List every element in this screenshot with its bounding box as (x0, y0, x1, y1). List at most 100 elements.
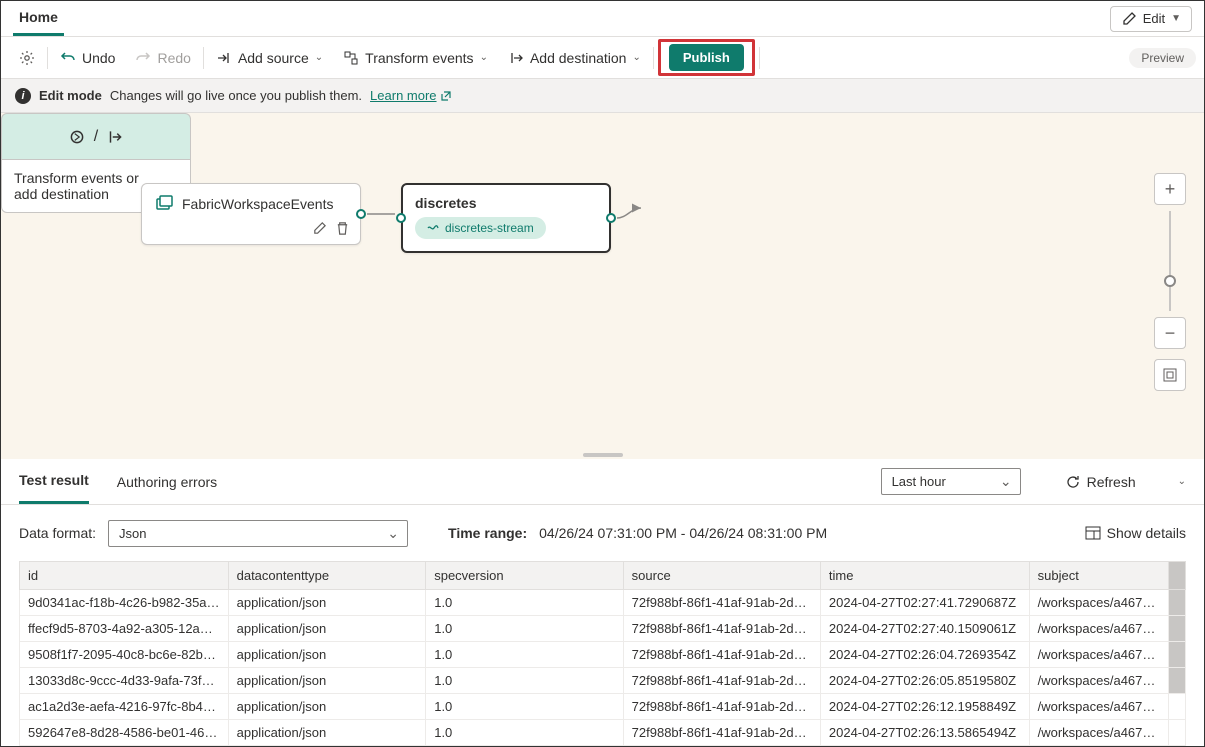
time-range-label: Time range: (448, 525, 527, 541)
cell: 1.0 (426, 668, 623, 694)
publish-button[interactable]: Publish (669, 44, 744, 71)
trash-icon[interactable] (335, 221, 350, 236)
settings-button[interactable] (9, 37, 45, 78)
publish-highlight: Publish (658, 39, 755, 76)
undo-button[interactable]: Undo (50, 37, 125, 78)
chevron-down-icon: ⌄ (632, 52, 640, 63)
external-link-icon (440, 90, 452, 102)
zoom-out-button[interactable]: − (1154, 317, 1186, 349)
format-row: Data format: Json Time range: 04/26/24 0… (1, 505, 1204, 561)
table-row[interactable]: 13033d8c-9ccc-4d33-9afa-73f5c95applicati… (20, 668, 1186, 694)
source-node-title: FabricWorkspaceEvents (182, 196, 333, 212)
fit-icon (1162, 367, 1178, 383)
column-header[interactable]: datacontenttype (228, 562, 426, 590)
learn-more-link[interactable]: Learn more (370, 88, 451, 103)
refresh-button[interactable]: Refresh (1065, 474, 1136, 490)
edit-mode-banner: i Edit mode Changes will go live once yo… (1, 79, 1204, 113)
cell: 72f988bf-86f1-41af-91ab-2d7cd01 (623, 590, 820, 616)
column-header[interactable]: source (623, 562, 820, 590)
pipeline-canvas[interactable]: FabricWorkspaceEvents discretes discrete… (1, 113, 1204, 459)
add-destination-button[interactable]: Add destination ⌄ (498, 37, 651, 78)
redo-icon (135, 50, 151, 66)
pencil-icon (1121, 11, 1137, 27)
cell: 1.0 (426, 720, 623, 746)
cell: application/json (228, 668, 426, 694)
gear-icon (19, 50, 35, 66)
zoom-thumb[interactable] (1164, 275, 1176, 287)
input-port[interactable] (396, 213, 406, 223)
table-row[interactable]: ffecf9d5-8703-4a92-a305-12a423bapplicati… (20, 616, 1186, 642)
table-row[interactable]: 9d0341ac-f18b-4c26-b982-35a1d1fapplicati… (20, 590, 1186, 616)
tab-test-result[interactable]: Test result (19, 459, 89, 504)
cell: application/json (228, 694, 426, 720)
edit-label: Edit (1143, 11, 1165, 26)
chevron-down-icon: ⌄ (315, 52, 323, 63)
cell: 1.0 (426, 590, 623, 616)
chevron-down-icon: ⌄ (480, 52, 488, 63)
redo-button: Redo (125, 37, 200, 78)
cell: application/json (228, 642, 426, 668)
table-row[interactable]: ac1a2d3e-aefa-4216-97fc-8b43d70applicati… (20, 694, 1186, 720)
data-format-label: Data format: (19, 525, 96, 541)
resize-handle[interactable] (583, 453, 623, 457)
transform-label: Transform events (365, 50, 473, 66)
cell: application/json (228, 590, 426, 616)
details-icon (1085, 526, 1101, 540)
cell: /workspaces/a467253e- (1029, 616, 1168, 642)
time-range-select[interactable]: Last hour (881, 468, 1021, 495)
cell: 592647e8-8d28-4586-be01-46df52 (20, 720, 229, 746)
pencil-icon[interactable] (312, 221, 327, 236)
redo-label: Redo (157, 50, 190, 66)
transform-icon (68, 128, 86, 146)
add-destination-label: Add destination (530, 50, 627, 66)
tab-home[interactable]: Home (13, 1, 64, 36)
zoom-slider[interactable] (1169, 211, 1171, 311)
zoom-in-button[interactable]: + (1154, 173, 1186, 205)
tab-authoring-errors[interactable]: Authoring errors (117, 459, 217, 504)
table-row[interactable]: 592647e8-8d28-4586-be01-46df52applicatio… (20, 720, 1186, 746)
zoom-fit-button[interactable] (1154, 359, 1186, 391)
cell: /workspaces/a467253e- (1029, 642, 1168, 668)
cell: 2024-04-27T02:27:40.1509061Z (820, 616, 1029, 642)
scrollbar[interactable] (1169, 562, 1186, 590)
cell: ffecf9d5-8703-4a92-a305-12a423b (20, 616, 229, 642)
undo-label: Undo (82, 50, 115, 66)
banner-title: Edit mode (39, 88, 102, 103)
cell: 9508f1f7-2095-40c8-bc6e-82bc942 (20, 642, 229, 668)
stream-icon (427, 222, 439, 234)
destination-label: Transform events or add destination (14, 170, 154, 202)
column-header[interactable]: time (820, 562, 1029, 590)
discretes-title: discretes (415, 195, 597, 211)
results-table: iddatacontenttypespecversionsourcetimesu… (1, 561, 1204, 746)
output-port[interactable] (356, 209, 366, 219)
column-header[interactable]: id (20, 562, 229, 590)
show-details-button[interactable]: Show details (1085, 525, 1186, 541)
cell: 1.0 (426, 642, 623, 668)
discretes-node[interactable]: discretes discretes-stream (401, 183, 611, 253)
source-node[interactable]: FabricWorkspaceEvents (141, 183, 361, 245)
table-row[interactable]: 9508f1f7-2095-40c8-bc6e-82bc942applicati… (20, 642, 1186, 668)
cell: /workspaces/a467253e- (1029, 720, 1168, 746)
undo-icon (60, 50, 76, 66)
chevron-down-icon[interactable]: ⌄ (1178, 476, 1186, 487)
add-source-button[interactable]: Add source ⌄ (206, 37, 333, 78)
edit-dropdown[interactable]: Edit ▼ (1110, 6, 1192, 32)
add-destination-icon (508, 50, 524, 66)
cell: /workspaces/a467253e- (1029, 590, 1168, 616)
transform-icon (343, 50, 359, 66)
cell: 72f988bf-86f1-41af-91ab-2d7cd01 (623, 720, 820, 746)
cell: 72f988bf-86f1-41af-91ab-2d7cd01 (623, 694, 820, 720)
transform-events-button[interactable]: Transform events ⌄ (333, 37, 498, 78)
cell: 2024-04-27T02:27:41.7290687Z (820, 590, 1029, 616)
column-header[interactable]: subject (1029, 562, 1168, 590)
cell: 1.0 (426, 616, 623, 642)
output-port[interactable] (606, 213, 616, 223)
preview-badge: Preview (1129, 48, 1196, 68)
time-range-value: 04/26/24 07:31:00 PM - 04/26/24 08:31:00… (539, 525, 827, 541)
data-format-select[interactable]: Json (108, 520, 408, 547)
cell: /workspaces/a467253e- (1029, 668, 1168, 694)
workspace-icon (154, 194, 174, 214)
cell: application/json (228, 616, 426, 642)
column-header[interactable]: specversion (426, 562, 623, 590)
destination-icon (106, 128, 124, 146)
